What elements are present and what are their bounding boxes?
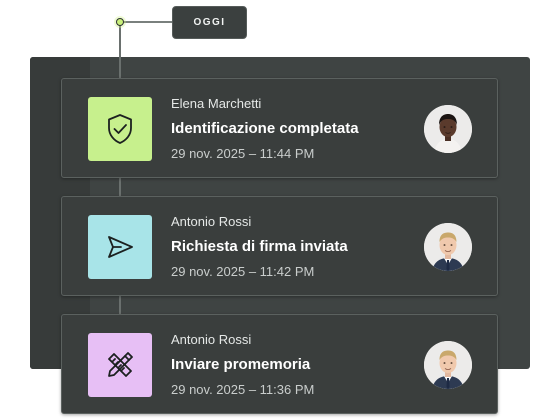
pencil-ruler-icon <box>88 333 152 397</box>
shield-check-icon <box>88 97 152 161</box>
send-icon <box>88 215 152 279</box>
event-user-name: Elena Marchetti <box>171 96 262 111</box>
avatar[interactable] <box>424 223 472 271</box>
date-chip: OGGI <box>172 6 247 39</box>
activity-card[interactable]: Antonio Rossi Richiesta di firma inviata… <box>61 196 498 296</box>
timeline-dot <box>116 18 124 26</box>
event-title: Identificazione completata <box>171 120 359 137</box>
event-timestamp: 29 nov. 2025 – 11:44 PM <box>171 146 315 161</box>
event-user-name: Antonio Rossi <box>171 214 252 229</box>
timeline-connector <box>121 21 173 23</box>
activity-card[interactable]: Antonio Rossi Inviare promemoria 29 nov.… <box>61 314 498 414</box>
activity-card[interactable]: Elena Marchetti Identificazione completa… <box>61 78 498 178</box>
event-title: Richiesta di firma inviata <box>171 238 348 255</box>
event-user-name: Antonio Rossi <box>171 332 252 347</box>
event-timestamp: 29 nov. 2025 – 11:42 PM <box>171 264 315 279</box>
avatar[interactable] <box>424 105 472 153</box>
avatar[interactable] <box>424 341 472 389</box>
event-timestamp: 29 nov. 2025 – 11:36 PM <box>171 382 315 397</box>
event-title: Inviare promemoria <box>171 356 311 373</box>
